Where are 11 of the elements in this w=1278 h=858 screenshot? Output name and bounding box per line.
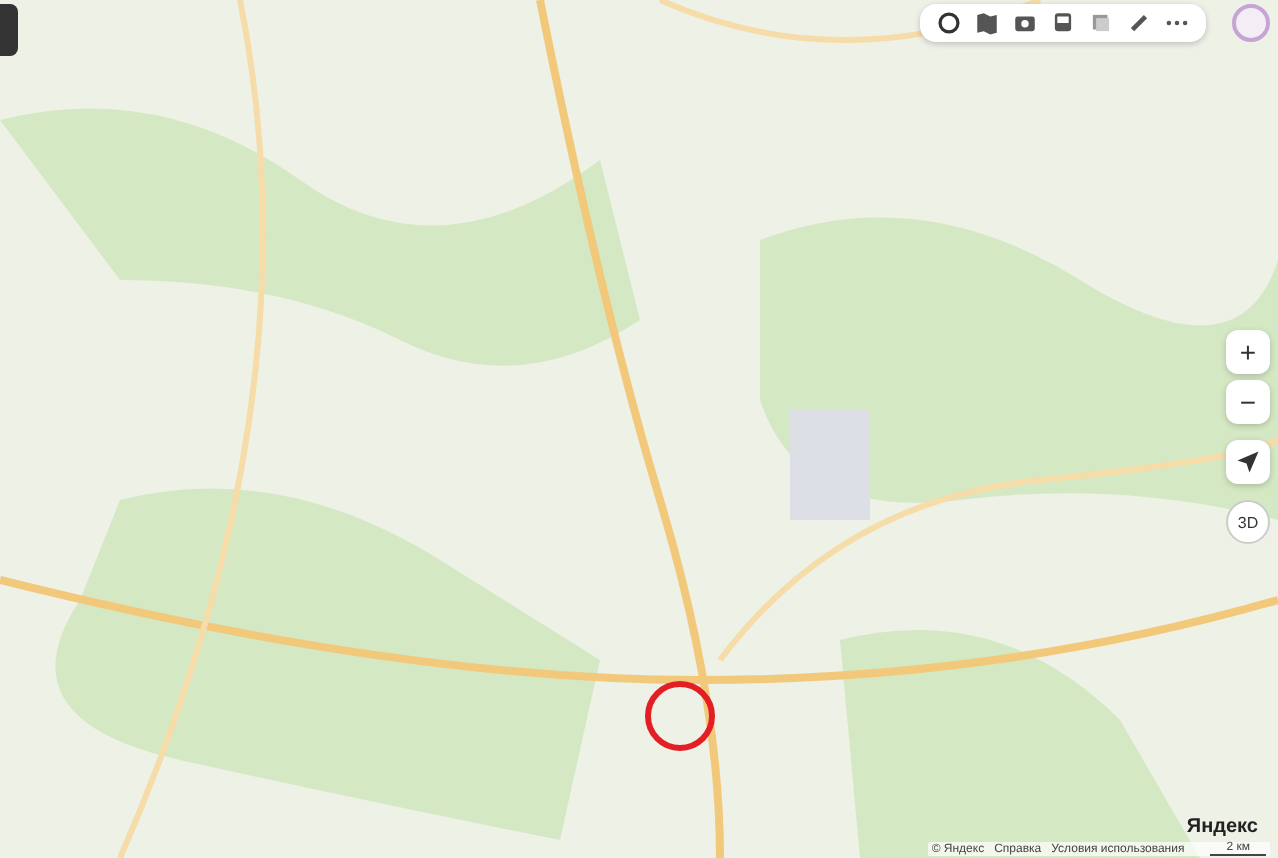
logo: Яндекс bbox=[1186, 816, 1258, 838]
map-icon[interactable] bbox=[974, 10, 1000, 36]
circle-icon[interactable] bbox=[936, 10, 962, 36]
ruler-icon[interactable] bbox=[1126, 10, 1152, 36]
squares-icon[interactable] bbox=[1088, 10, 1114, 36]
zoom-out-button[interactable]: − bbox=[1226, 380, 1270, 424]
zoom-in-button[interactable]: + bbox=[1226, 330, 1270, 374]
location-button[interactable] bbox=[1226, 440, 1270, 484]
arrow-icon bbox=[1236, 450, 1260, 474]
bus-icon[interactable] bbox=[1050, 10, 1076, 36]
menu-button[interactable] bbox=[0, 4, 18, 56]
